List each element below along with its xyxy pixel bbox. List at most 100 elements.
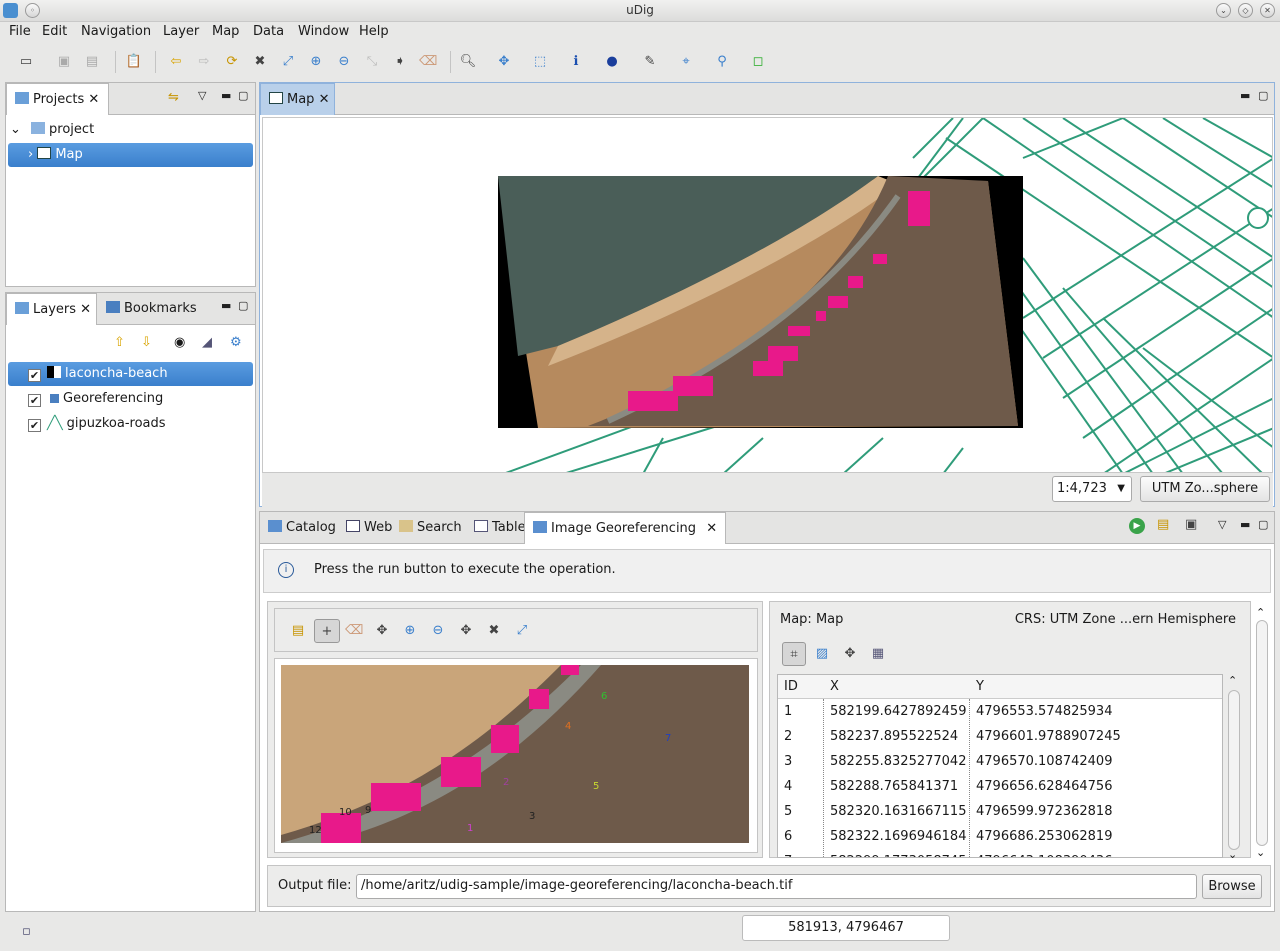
map-canvas[interactable]	[262, 117, 1273, 473]
maximize-icon[interactable]: ▢	[238, 299, 248, 312]
feature-tool-icon[interactable]: ⌖	[677, 53, 695, 71]
zoom-out-icon[interactable]: ⊖	[335, 53, 353, 71]
scrollbar-down-icon[interactable]: ⌄	[1228, 848, 1237, 861]
forward-icon[interactable]: ⇨	[195, 53, 213, 71]
tab-bookmarks[interactable]: Bookmarks	[98, 293, 205, 325]
move-up-icon[interactable]: ⇧	[114, 335, 125, 350]
save-icon[interactable]: ▣	[55, 53, 73, 71]
table-row[interactable]: 3 582255.8325277042 4796570.108742409	[778, 749, 1222, 774]
tree-item-map[interactable]: › Map	[8, 143, 253, 167]
back-icon[interactable]: ⇦	[167, 53, 185, 71]
menu-edit[interactable]: Edit	[42, 24, 67, 39]
tab-search[interactable]: Search	[391, 512, 470, 544]
menu-data[interactable]: Data	[253, 24, 284, 39]
column-header-id[interactable]: ID	[784, 675, 798, 699]
table-scrollbar[interactable]	[1228, 690, 1240, 850]
eraser-icon[interactable]: ⌫	[345, 622, 363, 640]
pan-tool-icon[interactable]: ✥	[495, 53, 513, 71]
minimize-icon[interactable]: ▬	[1240, 89, 1250, 102]
layer-properties-icon[interactable]: ⚙	[230, 335, 242, 350]
zoom-selection-icon[interactable]: ⤡	[363, 53, 381, 71]
refresh-icon[interactable]: ⟳	[223, 53, 241, 71]
edit-tool-icon[interactable]: ✎	[641, 53, 659, 71]
info-tool-icon[interactable]: ℹ	[567, 53, 585, 71]
view-menu-icon[interactable]: ▽	[198, 89, 206, 102]
save-all-icon[interactable]: ▤	[83, 53, 101, 71]
zoom-in-icon[interactable]: ⊕	[401, 622, 419, 640]
view-menu-icon[interactable]: ▽	[1218, 518, 1226, 531]
link-icon[interactable]: ⇋	[168, 90, 179, 105]
minimize-window-button[interactable]: ⌄	[1216, 3, 1231, 18]
zoom-extent-icon[interactable]: ⤢	[513, 622, 531, 640]
layer-visibility-checkbox[interactable]: ✔	[28, 419, 41, 432]
crs-button[interactable]: UTM Zo...sphere	[1140, 476, 1270, 502]
minimize-icon[interactable]: ▬	[1240, 518, 1250, 531]
menu-navigation[interactable]: Navigation	[81, 24, 151, 39]
table-row[interactable]: 5 582320.1631667115 4796599.972362818	[778, 799, 1222, 824]
style-icon[interactable]: ◉	[174, 335, 185, 350]
maximize-icon[interactable]: ▢	[238, 89, 248, 102]
delete-coordinate-icon[interactable]: ▦	[869, 645, 887, 663]
tab-layers[interactable]: Layers ✕	[6, 293, 97, 325]
stop-icon[interactable]: ✖	[251, 53, 269, 71]
tab-image-georeferencing[interactable]: Image Georeferencing ✕	[524, 512, 727, 544]
chevron-right-icon[interactable]: ›	[28, 147, 33, 162]
column-header-y[interactable]: Y	[976, 675, 984, 699]
output-file-field[interactable]: /home/aritz/udig-sample/image-georeferen…	[356, 874, 1197, 899]
close-icon[interactable]: ✕	[80, 302, 91, 317]
zoom-out-icon[interactable]: ⊖	[429, 622, 447, 640]
layer-visibility-checkbox[interactable]: ✔	[28, 369, 41, 382]
scale-combo[interactable]: 1:4,723 ▼	[1052, 476, 1132, 502]
layer-visibility-checkbox[interactable]: ✔	[28, 394, 41, 407]
fast-view-icon[interactable]: ▫	[22, 924, 31, 939]
style-tool-icon[interactable]: ●	[603, 53, 621, 71]
map-coordinate-icon[interactable]: ▨	[813, 645, 831, 663]
minimize-icon[interactable]: ▬	[221, 299, 231, 312]
move-down-icon[interactable]: ⇩	[141, 335, 152, 350]
image-preview[interactable]: 1 2 3 4 5 6 7 9 10 12	[274, 658, 758, 853]
browse-button[interactable]: Browse	[1202, 874, 1262, 899]
pan-icon[interactable]: ✥	[457, 622, 475, 640]
panel-scroll-down-icon[interactable]: ⌄	[1256, 846, 1265, 859]
zoom-tool-icon[interactable]: 🔍︎	[459, 53, 477, 71]
table-row[interactable]: 6 582322.1696946184 4796686.253062819	[778, 824, 1222, 849]
select-tool-icon[interactable]: ⬚	[531, 53, 549, 71]
panel-scrollbar[interactable]	[1256, 620, 1268, 846]
zoom-extent-icon[interactable]: ⤢	[279, 53, 297, 71]
delete-points-icon[interactable]: ✖	[485, 622, 503, 640]
close-window-button[interactable]: ✕	[1260, 3, 1275, 18]
layer-laconcha-beach[interactable]: ✔ laconcha-beach	[8, 362, 253, 386]
run-icon[interactable]: ▶	[1129, 518, 1145, 534]
close-icon[interactable]: ✕	[706, 521, 717, 536]
maximize-icon[interactable]: ▢	[1258, 89, 1268, 102]
menu-window[interactable]: Window	[298, 24, 349, 39]
next-icon[interactable]: ➧	[391, 53, 409, 71]
move-coordinate-icon[interactable]: ✥	[841, 645, 859, 663]
tab-map[interactable]: Map ✕	[260, 83, 335, 115]
maximize-window-button[interactable]: ◇	[1238, 3, 1253, 18]
tab-catalog[interactable]: Catalog	[260, 512, 344, 544]
table-row[interactable]: 7 582299.1773058745 4796643.108390436	[778, 849, 1222, 857]
table-row[interactable]: 1 582199.6427892459 4796553.574825934	[778, 699, 1222, 724]
table-row[interactable]: 2 582237.895522524 4796601.9788907245	[778, 724, 1222, 749]
layer-gipuzkoa-roads[interactable]: ✔ ╱╲ gipuzkoa-roads	[8, 412, 253, 436]
save-icon[interactable]: ▣	[1185, 517, 1197, 532]
ruler-icon[interactable]: ◢	[202, 335, 212, 350]
open-image-icon[interactable]: ▤	[289, 622, 307, 640]
add-icon[interactable]: ▤	[1157, 517, 1169, 532]
table-row[interactable]: 4 582288.765841371 4796656.628464756	[778, 774, 1222, 799]
panel-scroll-up-icon[interactable]: ⌃	[1256, 606, 1265, 619]
minimize-icon[interactable]: ▬	[221, 89, 231, 102]
menu-layer[interactable]: Layer	[163, 24, 199, 39]
shape-tool-icon[interactable]: ◻	[749, 53, 767, 71]
column-header-x[interactable]: X	[830, 675, 839, 699]
close-icon[interactable]: ✕	[319, 92, 330, 107]
maximize-icon[interactable]: ▢	[1258, 518, 1268, 531]
new-icon[interactable]: ▭	[17, 53, 35, 71]
menu-map[interactable]: Map	[212, 24, 239, 39]
tree-item-project[interactable]: ⌄ project	[10, 118, 254, 142]
snap-tool-icon[interactable]: ⚲	[713, 53, 731, 71]
add-coordinate-icon[interactable]: ⌗	[782, 642, 806, 666]
move-point-icon[interactable]: ✥	[373, 622, 391, 640]
menu-file[interactable]: File	[9, 24, 31, 39]
